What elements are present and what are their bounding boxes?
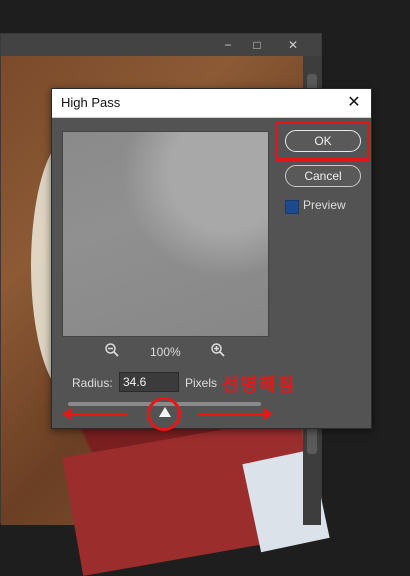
preview-pane[interactable] (62, 131, 269, 337)
annotation-text: 선명해짐 (222, 375, 297, 395)
dialog-title: High Pass (61, 95, 121, 110)
preview-checkbox[interactable] (285, 200, 299, 214)
preview-checkbox-label: Preview (303, 198, 346, 212)
radius-input[interactable] (119, 372, 179, 392)
zoom-out-icon[interactable] (104, 342, 122, 360)
cancel-button[interactable]: Cancel (285, 165, 361, 187)
image-window-titlebar: − □ ✕ (1, 34, 321, 56)
annotation-arrow-right (197, 408, 273, 420)
zoom-in-icon[interactable] (210, 342, 228, 360)
close-button[interactable]: ✕ (284, 37, 302, 53)
ok-button[interactable]: OK (285, 130, 361, 152)
dialog-titlebar: High Pass ✕ (52, 89, 371, 118)
maximize-button[interactable]: □ (248, 37, 266, 53)
dialog-close-button[interactable]: ✕ (343, 92, 365, 114)
high-pass-dialog: High Pass ✕ 100% OK Cancel Preview Radiu… (51, 88, 372, 431)
annotation-arrow-left (62, 408, 128, 420)
pixels-unit-label: Pixels (185, 376, 218, 390)
zoom-level: 100% (150, 345, 181, 359)
minimize-button[interactable]: − (219, 37, 237, 53)
zoom-controls: 100% (62, 342, 267, 362)
radius-label: Radius: (72, 376, 113, 390)
annotation-circle (147, 397, 181, 431)
